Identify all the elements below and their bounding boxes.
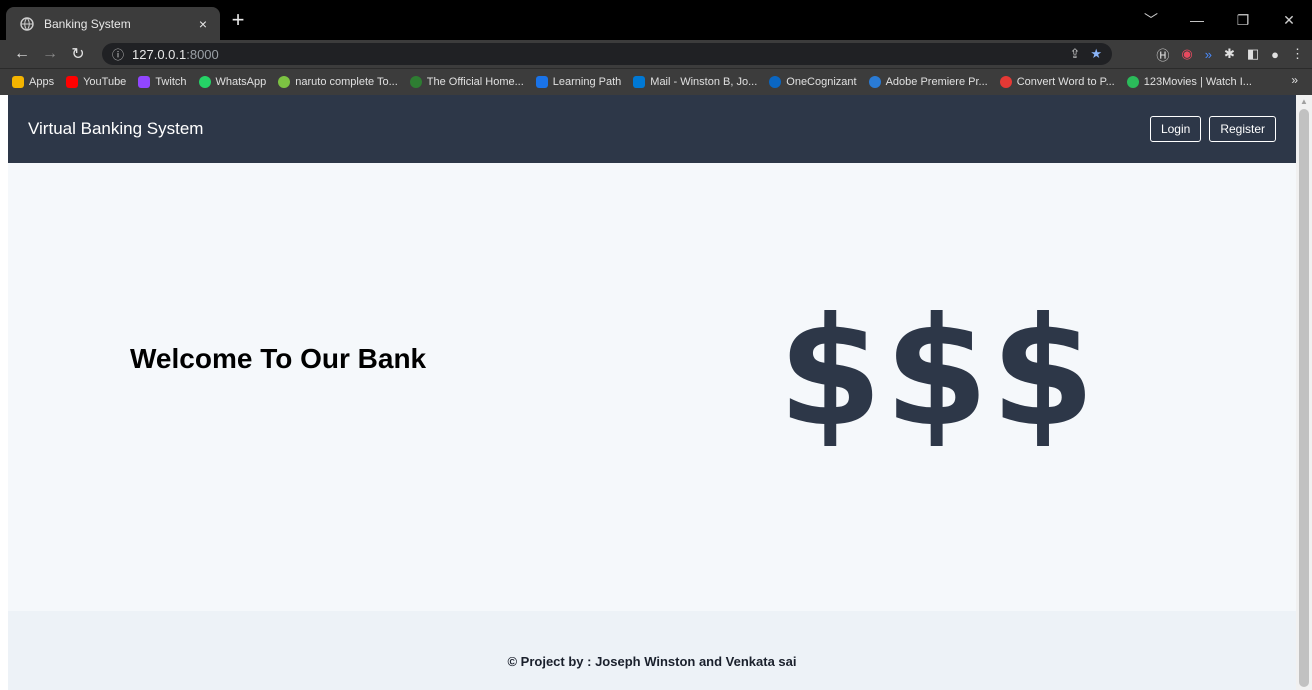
extension-h-icon[interactable]: Ⓗ [1156,45,1169,64]
bookmarks-overflow-icon[interactable]: » [1291,73,1298,87]
browser-tab[interactable]: Banking System × [6,7,220,40]
forward-icon[interactable]: → [36,45,64,63]
page-viewport: Virtual Banking System Login Register We… [8,95,1296,690]
outlook-mail-icon [633,76,646,88]
youtube-icon [66,76,79,88]
back-icon[interactable]: ← [8,45,36,63]
page-scrollbar[interactable]: ▲ [1296,95,1312,690]
restore-icon[interactable]: ❐ [1220,12,1266,29]
browser-menu-icon[interactable]: ⋮ [1291,46,1304,62]
twitch-icon [138,76,151,88]
heart-icon [999,76,1012,88]
scroll-up-icon[interactable]: ▲ [1300,97,1308,106]
browser-tab-bar: Banking System × + ﹀ — ❐ ✕ [0,0,1312,40]
extension-record-icon[interactable]: ◉ [1181,46,1192,62]
minimize-icon[interactable]: — [1174,12,1220,28]
bookmark-twitch[interactable]: Twitch [138,76,187,88]
new-tab-button[interactable]: + [226,9,250,33]
bookmark-youtube[interactable]: YouTube [66,76,126,88]
bookmark-star-icon[interactable]: ★ [1090,46,1102,62]
apps-grid-icon [12,76,24,88]
scrollbar-thumb[interactable] [1299,109,1309,687]
extension-icons: Ⓗ ◉ » ✱ ◧ ● ⋮ [1156,40,1304,68]
adobe-premiere-icon [868,76,881,88]
close-window-icon[interactable]: ✕ [1266,12,1312,29]
tab-close-icon[interactable]: × [192,16,214,32]
play-icon [1126,76,1139,88]
bookmark-convert-word[interactable]: Convert Word to P... [999,76,1115,88]
site-footer: © Project by : Joseph Winston and Venkat… [8,611,1296,690]
register-button[interactable]: Register [1209,116,1276,142]
hero-section: Welcome To Our Bank $$$ [8,163,1296,611]
side-panel-icon[interactable]: ◧ [1247,46,1259,62]
welcome-heading: Welcome To Our Bank [130,343,427,374]
bookmark-official-home[interactable]: The Official Home... [409,76,524,88]
bookmark-123movies[interactable]: 123Movies | Watch I... [1126,76,1252,88]
url-host: 127.0.0.1 [132,46,187,62]
nav-actions: Login Register [1149,116,1276,142]
bookmarks-bar: Apps YouTube Twitch WhatsApp naruto comp… [0,68,1312,95]
browser-toolbar: ← → ↻ ⓘ 127.0.0.1 :8000 ⇪ ★ [0,40,1312,68]
site-info-icon[interactable]: ⓘ [112,46,124,63]
reload-icon[interactable]: ↻ [64,44,92,64]
share-icon[interactable]: ⇪ [1069,46,1080,62]
extension-audio-icon[interactable]: » [1205,47,1212,62]
globe-icon [20,16,34,31]
address-bar[interactable]: ⓘ 127.0.0.1 :8000 ⇪ ★ [102,43,1112,65]
bookmark-apps[interactable]: Apps [12,76,54,88]
official-home-icon [409,76,422,88]
url-port: :8000 [186,46,219,62]
login-button[interactable]: Login [1149,116,1202,142]
footer-credit: © Project by : Joseph Winston and Venkat… [507,654,797,669]
tab-search-icon[interactable]: ﹀ [1128,10,1174,30]
site-navbar: Virtual Banking System Login Register [8,95,1296,163]
bookmark-learning-path[interactable]: Learning Path [535,76,621,88]
onecognizant-icon [769,76,782,88]
bookmark-mail[interactable]: Mail - Winston B, Jo... [633,76,757,88]
dollar-signs-graphic: $$$ [778,286,1098,460]
learning-path-icon [535,76,548,88]
naruto-icon [278,76,291,88]
bookmark-onecognizant[interactable]: OneCognizant [769,76,857,88]
bookmark-naruto[interactable]: naruto complete To... [278,76,398,88]
whatsapp-icon [198,76,211,88]
window-controls: ﹀ — ❐ ✕ [1128,0,1312,40]
brand-title[interactable]: Virtual Banking System [28,119,203,139]
bookmark-whatsapp[interactable]: WhatsApp [198,76,266,88]
tab-title: Banking System [44,16,131,31]
bookmark-adobe-premiere[interactable]: Adobe Premiere Pr... [868,76,988,88]
extensions-puzzle-icon[interactable]: ✱ [1224,46,1235,62]
profile-avatar[interactable]: ● [1271,47,1279,62]
